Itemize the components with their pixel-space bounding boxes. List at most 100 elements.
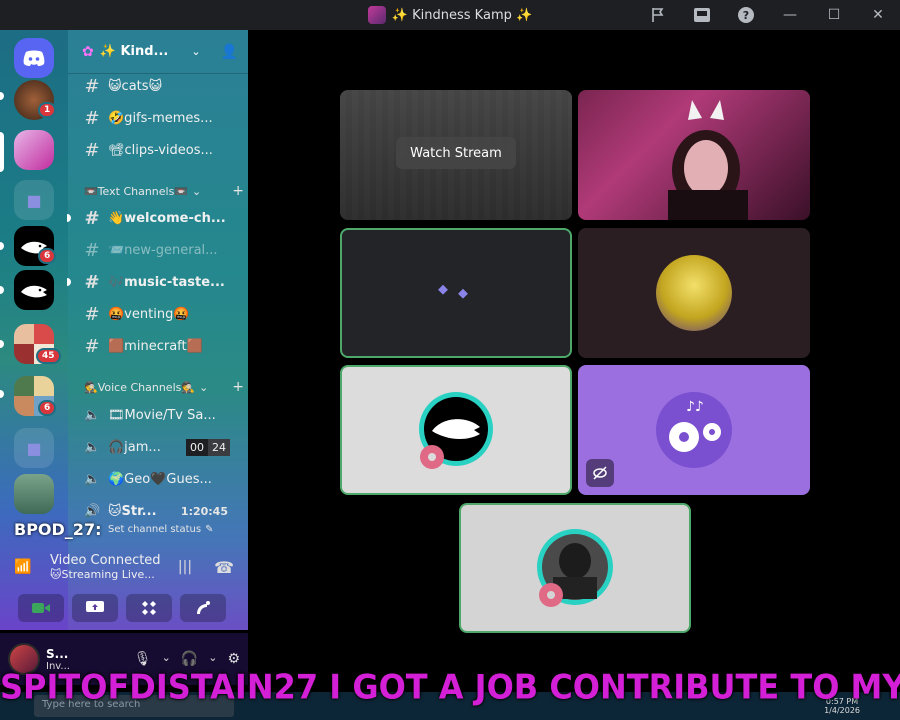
unread-pill <box>0 286 4 294</box>
channel-label: 🎧jam... <box>108 439 161 455</box>
chevron-down-icon: ⌄ <box>191 45 201 58</box>
watch-stream-button[interactable]: Watch Stream <box>396 137 516 169</box>
voice-channel-item[interactable]: 🔈 🌍Geo🖤Gues... <box>76 465 242 493</box>
server-icon[interactable] <box>14 474 54 514</box>
speaker-icon: 🔊 <box>84 503 101 519</box>
pencil-icon: ✎ <box>205 524 214 535</box>
mention-badge: 6 <box>38 400 57 416</box>
chevron-down-icon: ⌄ <box>199 380 209 394</box>
discord-home-icon[interactable] <box>14 38 54 78</box>
window-title-group: ✨ Kindness Kamp ✨ <box>367 6 533 24</box>
channel-item[interactable]: # 🎶music-taste... <box>67 268 242 296</box>
video-hidden-icon[interactable] <box>586 459 614 487</box>
user-limit: 24 <box>208 438 230 456</box>
server-avatar-icon <box>367 6 386 24</box>
hash-icon: # <box>84 271 100 293</box>
add-member-icon[interactable]: 👤 <box>221 44 238 60</box>
channel-item[interactable]: # 🟫minecraft🟫 <box>76 332 242 360</box>
chevron-down-icon[interactable]: ⌄ <box>162 651 171 667</box>
shark-avatar-icon <box>419 392 493 469</box>
window-title: ✨ Kindness Kamp ✨ <box>391 7 533 23</box>
channel-item[interactable]: # 📨new-general... <box>76 236 242 264</box>
participant-tile[interactable] <box>578 228 810 358</box>
hash-icon: # <box>84 75 100 97</box>
activities-button[interactable] <box>126 594 172 622</box>
chevron-down-icon[interactable]: ⌄ <box>208 651 217 667</box>
participant-video <box>668 100 748 220</box>
set-channel-status-label: Set channel status <box>108 524 202 535</box>
shark-server-icon[interactable] <box>14 270 54 310</box>
guild-header[interactable]: ✿ ✨ Kind... ⌄ 👤 <box>68 30 248 74</box>
set-channel-status[interactable]: Set channel status ✎ <box>108 524 213 535</box>
bot-participant-tile[interactable]: ♪♪ <box>578 365 810 495</box>
hash-icon: # <box>84 335 100 357</box>
guild-name: ✨ Kind... <box>99 44 169 59</box>
help-icon[interactable]: ? <box>724 0 768 30</box>
channel-item[interactable]: # 📽clips-videos... <box>76 136 242 164</box>
video-stage: Watch Stream ♪♪ <box>248 30 900 690</box>
channel-item[interactable]: # 😺cats😺 <box>76 72 242 100</box>
voice-category-header[interactable]: 🕵Voice Channels🕵 ⌄ + <box>84 378 244 396</box>
channel-item[interactable]: # 👋welcome-ch... <box>67 204 242 232</box>
soundboard-button[interactable] <box>180 594 226 622</box>
category-label: 🕵Voice Channels🕵 <box>84 380 196 394</box>
user-name: S... <box>46 646 69 661</box>
channel-label: 🌍Geo🖤Gues... <box>108 471 212 487</box>
settings-gear-icon[interactable]: ⚙ <box>227 651 240 667</box>
headphones-icon[interactable]: 🎧 <box>181 651 198 667</box>
watch-stream-label: Watch Stream <box>410 145 502 161</box>
channel-label: 🟫minecraft🟫 <box>108 338 203 354</box>
maximize-icon[interactable]: ☐ <box>812 0 856 30</box>
hash-icon: # <box>84 107 100 129</box>
stream-tile[interactable]: Watch Stream <box>340 90 572 220</box>
mention-badge: 1 <box>38 102 57 118</box>
noise-suppression-icon[interactable]: ||| <box>178 559 192 575</box>
unread-pill <box>67 278 71 286</box>
channel-label: 🤣gifs-memes... <box>108 110 213 126</box>
microphone-icon[interactable]: 🎙 <box>134 651 152 667</box>
inbox-icon[interactable] <box>680 0 724 30</box>
hash-icon: # <box>84 303 100 325</box>
webcam-tile[interactable] <box>578 90 810 220</box>
unread-pill <box>0 340 4 348</box>
text-category-header[interactable]: 📼Text Channels📼 ⌄ + <box>84 182 244 200</box>
camera-button[interactable] <box>18 594 64 622</box>
screen-share-button[interactable] <box>72 594 118 622</box>
selected-pill <box>0 132 4 172</box>
call-timer: 1:20:45 <box>180 504 228 518</box>
channel-label: 👋welcome-ch... <box>108 210 226 226</box>
connection-detail: 🐱Streaming Live... <box>50 568 155 581</box>
flag-icon[interactable] <box>636 0 680 30</box>
participant-tile-loading[interactable] <box>340 228 572 358</box>
channel-item[interactable]: # 🤬venting🤬 <box>76 300 242 328</box>
unread-pill <box>0 242 4 250</box>
user-count-badge: 00 24 <box>186 438 230 456</box>
server-icon-kindness-kamp[interactable] <box>14 130 54 170</box>
minimize-icon[interactable]: — <box>768 0 812 30</box>
folder-icon[interactable]: ■ <box>14 428 54 468</box>
channel-label: 🐱Str... <box>108 503 157 519</box>
close-icon[interactable]: ✕ <box>856 0 900 30</box>
voice-channel-item[interactable]: 🔈 🎧jam... 00 24 <box>76 433 242 461</box>
title-bar: ✨ Kindness Kamp ✨ ? — ☐ ✕ <box>0 0 900 30</box>
participant-tile[interactable] <box>340 365 572 495</box>
channel-label: 📽clips-videos... <box>108 142 213 158</box>
signal-icon[interactable]: 📶 <box>14 559 42 575</box>
channel-label: 🎶music-taste... <box>108 274 225 290</box>
voice-connection-panel: 📶 Video Connected 🐱Streaming Live... |||… <box>0 540 248 636</box>
hash-icon: # <box>84 139 100 161</box>
folder-icon[interactable]: ■ <box>14 180 54 220</box>
participant-tile[interactable] <box>459 503 691 633</box>
participant-avatar-icon <box>537 529 613 607</box>
hash-icon: # <box>84 207 100 229</box>
voice-channel-item[interactable]: 🔈 🎞Movie/Tv Sa... <box>76 401 242 429</box>
mention-badge: 45 <box>36 348 61 364</box>
disconnect-icon[interactable]: ☎ <box>214 558 234 577</box>
svg-text:♪♪: ♪♪ <box>686 399 704 415</box>
channel-item[interactable]: # 🤣gifs-memes... <box>76 104 242 132</box>
add-channel-icon[interactable]: + <box>232 379 244 395</box>
channel-label: 😺cats😺 <box>108 78 163 94</box>
add-channel-icon[interactable]: + <box>232 183 244 199</box>
connection-status[interactable]: Video Connected <box>50 553 170 568</box>
chevron-down-icon: ⌄ <box>192 184 202 198</box>
